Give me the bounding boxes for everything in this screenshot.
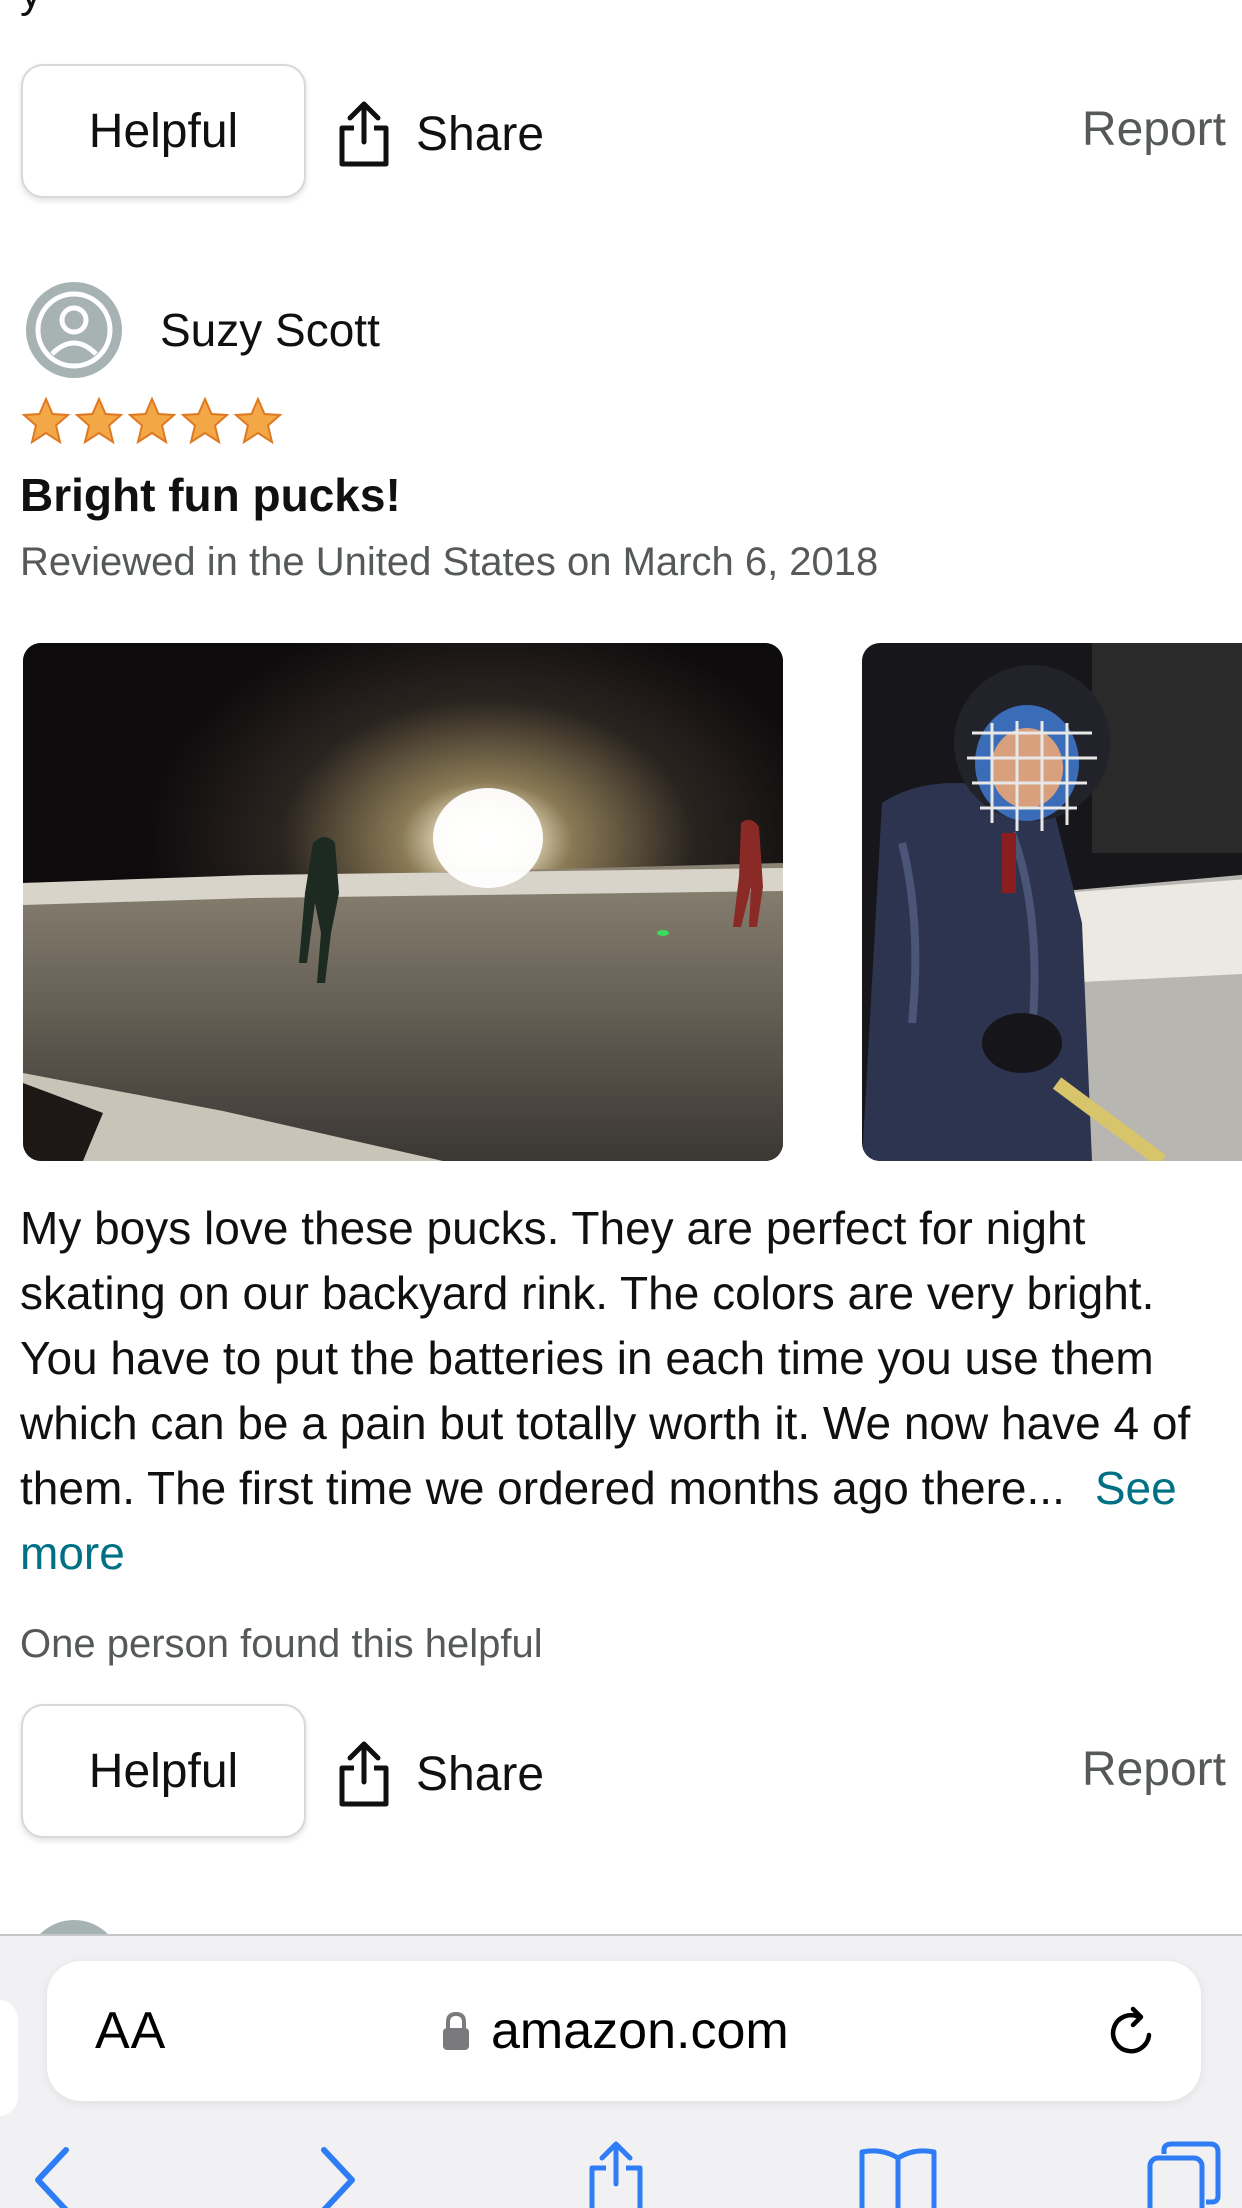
star-icon — [74, 396, 124, 445]
share-icon — [339, 101, 389, 167]
address-bar[interactable]: AA amazon.com — [47, 1961, 1201, 2101]
share-label: Share — [416, 1747, 545, 1801]
review-photo[interactable] — [862, 643, 1242, 1161]
child-helmet-image — [862, 643, 1242, 1161]
text-size-button[interactable]: AA — [95, 2001, 166, 2061]
lock-icon — [443, 2011, 469, 2050]
share-label: Share — [416, 107, 545, 161]
review-text: My boys love these pucks. They are perfe… — [20, 1202, 1191, 1514]
previous-tab-edge[interactable] — [0, 2000, 18, 2116]
text-size-label: AA — [95, 2002, 167, 2060]
previous-review-text-fragment: y — [20, 0, 42, 18]
star-icon — [21, 396, 71, 445]
reviewer-header: Suzy Scott — [26, 282, 380, 378]
browser-toolbar — [0, 2140, 1242, 2208]
report-link[interactable]: Report — [1082, 1742, 1226, 1797]
night-rink-image — [23, 643, 783, 1161]
review-actions: Helpful Share Report — [0, 1704, 1242, 1840]
reviewer-name[interactable]: Suzy Scott — [160, 303, 380, 357]
forward-icon[interactable] — [318, 2140, 358, 2208]
bookmarks-icon[interactable] — [858, 2140, 938, 2208]
share-icon[interactable] — [586, 2140, 646, 2208]
helpful-count: One person found this helpful — [20, 1622, 543, 1666]
toolbar-divider — [0, 1934, 1242, 1936]
url-display[interactable]: amazon.com — [441, 1991, 789, 2071]
share-button[interactable]: Share — [334, 1734, 544, 1814]
review-title: Bright fun pucks! — [20, 469, 401, 521]
report-link[interactable]: Report — [1082, 102, 1226, 157]
tabs-icon[interactable] — [1146, 2140, 1222, 2208]
star-rating — [20, 396, 284, 446]
share-icon — [339, 1741, 389, 1807]
share-button[interactable]: Share — [334, 94, 544, 174]
previous-review-actions: Helpful Share Report — [0, 64, 1242, 200]
star-icon — [127, 396, 177, 445]
star-icon — [180, 396, 230, 445]
review-date: Reviewed in the United States on March 6… — [20, 540, 879, 584]
star-icon — [233, 396, 283, 445]
helpful-button[interactable]: Helpful — [21, 64, 306, 198]
back-icon[interactable] — [32, 2140, 72, 2208]
review-body: My boys love these pucks. They are perfe… — [20, 1196, 1230, 1586]
review-photo[interactable] — [23, 643, 783, 1161]
user-icon — [35, 291, 113, 369]
avatar[interactable] — [26, 282, 122, 378]
helpful-button[interactable]: Helpful — [21, 1704, 306, 1838]
page: y Helpful Share Report Suzy Scott — [0, 0, 1242, 2208]
url-text: amazon.com — [491, 2002, 789, 2060]
reload-icon[interactable] — [1103, 2005, 1159, 2061]
